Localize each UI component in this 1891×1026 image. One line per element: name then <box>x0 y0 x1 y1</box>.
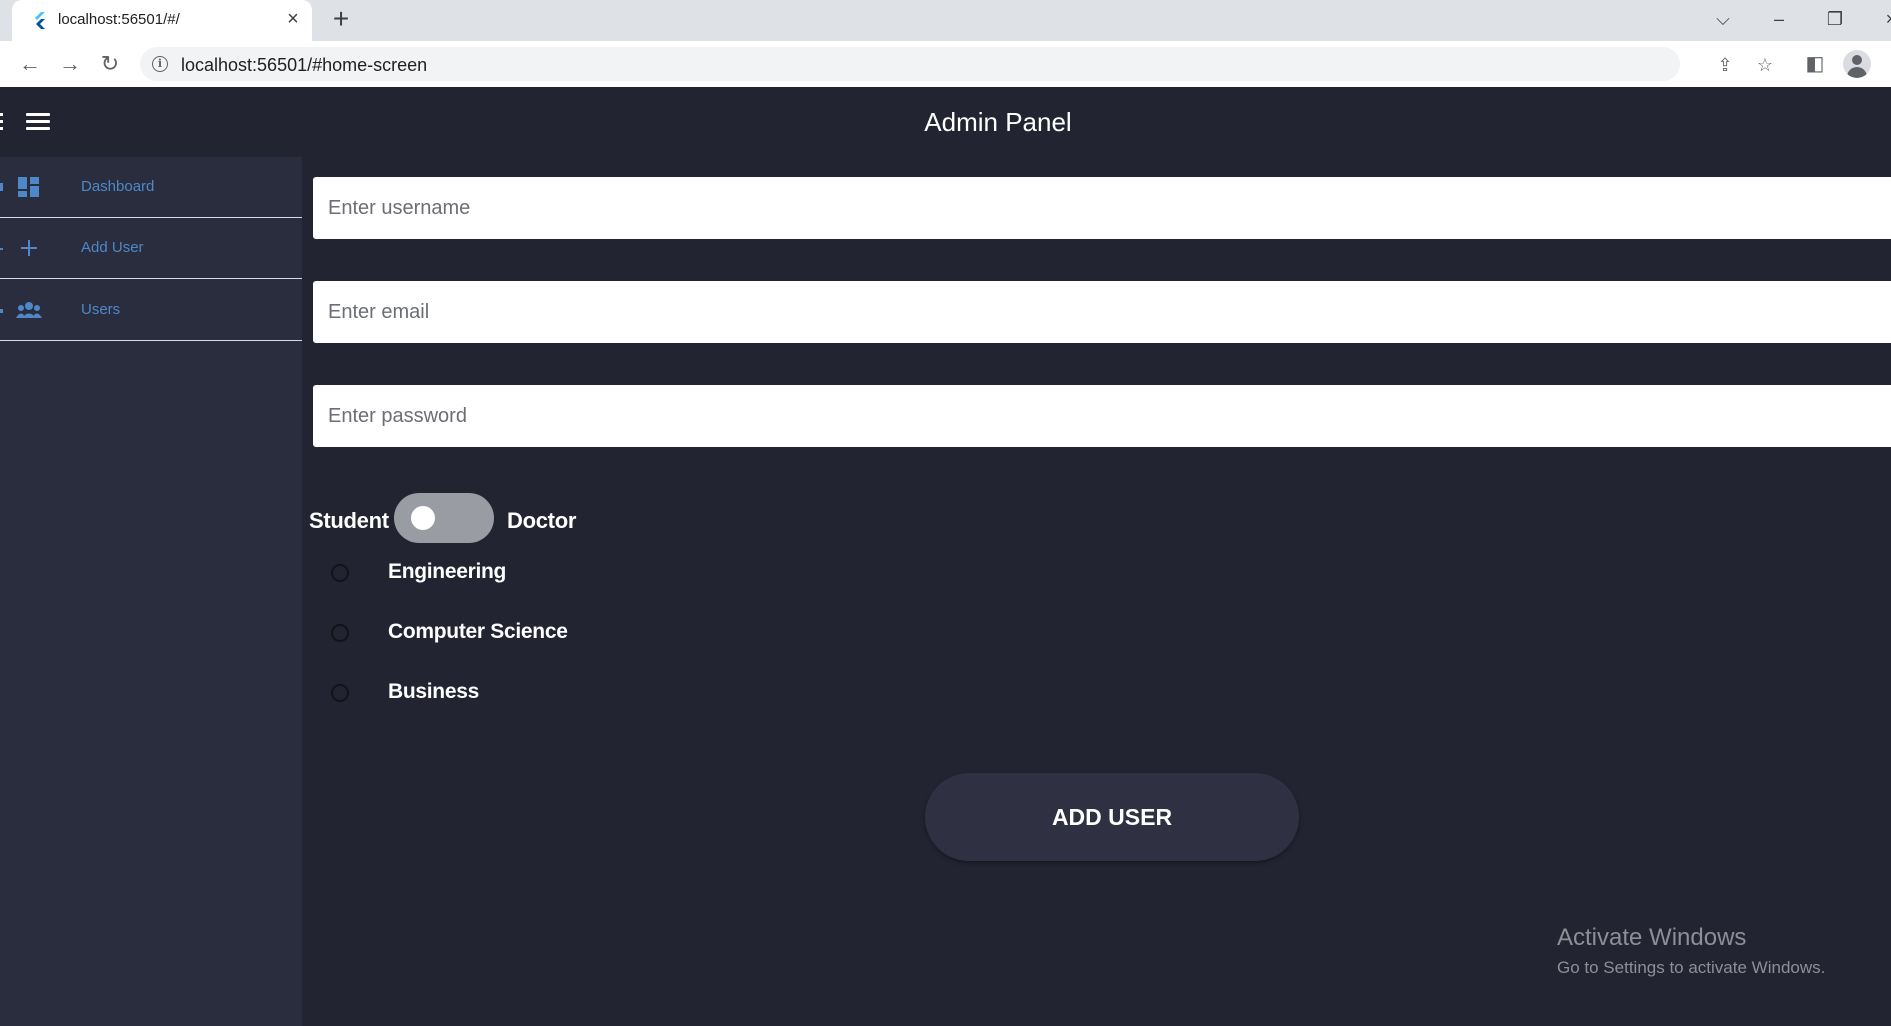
plus-icon <box>21 240 37 256</box>
tab-title: localhost:56501/#/ <box>58 11 180 28</box>
browser-toolbar: ← → ↻ i localhost:56501/#home-screen ⇪ ☆… <box>0 41 1891 88</box>
toggle-knob[interactable] <box>411 506 435 530</box>
radio-button[interactable] <box>331 684 349 702</box>
radio-button[interactable] <box>331 624 349 642</box>
sidebar-item-label: Dashboard <box>81 178 155 195</box>
dashboard-icon <box>18 177 39 197</box>
minimize-icon[interactable]: – <box>1764 6 1794 32</box>
close-icon[interactable]: × <box>282 8 304 30</box>
watermark-title: Activate Windows <box>1557 924 1747 951</box>
star-icon[interactable]: ☆ <box>1753 53 1777 77</box>
address-bar[interactable]: i localhost:56501/#home-screen ⇪ ☆ <box>140 47 1773 81</box>
role-doctor-label: Doctor <box>507 508 577 533</box>
password-input[interactable] <box>313 385 1891 447</box>
sidebar-item-dashboard[interactable]: Dashboard <box>0 157 302 218</box>
password-field[interactable] <box>313 385 1891 447</box>
window-close-icon[interactable]: × <box>1876 6 1891 32</box>
email-input[interactable] <box>313 281 1891 343</box>
radio-label: Engineering <box>388 560 507 583</box>
back-button[interactable]: ← <box>16 50 44 78</box>
avatar-head <box>1852 55 1862 65</box>
email-field[interactable] <box>313 281 1891 343</box>
watermark-subtitle: Go to Settings to activate Windows. <box>1557 958 1826 977</box>
people-icon <box>16 302 42 318</box>
sidebar-item-add-user[interactable]: Add User <box>0 218 302 279</box>
sidebar: Dashboard Add User Users <box>0 157 302 1026</box>
edge-tick <box>0 248 3 250</box>
avatar-body <box>1847 67 1867 78</box>
edge-tick <box>0 183 3 191</box>
info-icon[interactable]: i <box>152 56 168 72</box>
restore-icon[interactable]: ❐ <box>1820 6 1850 32</box>
browser-tab[interactable]: localhost:56501/#/ × <box>12 0 312 41</box>
sidebar-item-users[interactable]: Users <box>0 280 302 341</box>
username-input[interactable] <box>313 177 1891 239</box>
browser-tabstrip: localhost:56501/#/ × + ⌵ – ❐ × <box>0 0 1891 41</box>
app-bar: Admin Panel <box>0 87 1891 158</box>
forward-button[interactable]: → <box>56 50 84 78</box>
tab-search-chevron-icon[interactable]: ⌵ <box>1708 6 1738 32</box>
radio-button[interactable] <box>331 564 349 582</box>
share-icon[interactable]: ⇪ <box>1713 53 1737 77</box>
flutter-icon <box>35 12 45 29</box>
add-user-button[interactable]: ADD USER <box>925 773 1299 861</box>
sidebar-item-label: Add User <box>81 239 144 256</box>
url-text[interactable]: localhost:56501/#home-screen <box>181 55 427 76</box>
new-tab-button[interactable]: + <box>328 5 354 33</box>
reload-button[interactable]: ↻ <box>96 50 124 78</box>
side-panel-icon[interactable]: ◧ <box>1801 50 1829 78</box>
radio-label: Computer Science <box>388 620 568 643</box>
page-title: Admin Panel <box>924 107 1072 137</box>
edge-tick <box>0 309 3 313</box>
role-toggle[interactable] <box>394 493 494 543</box>
sidebar-item-label: Users <box>81 301 121 318</box>
radio-label: Business <box>388 680 479 703</box>
username-field[interactable] <box>313 177 1891 239</box>
avatar-icon[interactable] <box>1843 50 1871 78</box>
role-student-label: Student <box>309 508 389 533</box>
